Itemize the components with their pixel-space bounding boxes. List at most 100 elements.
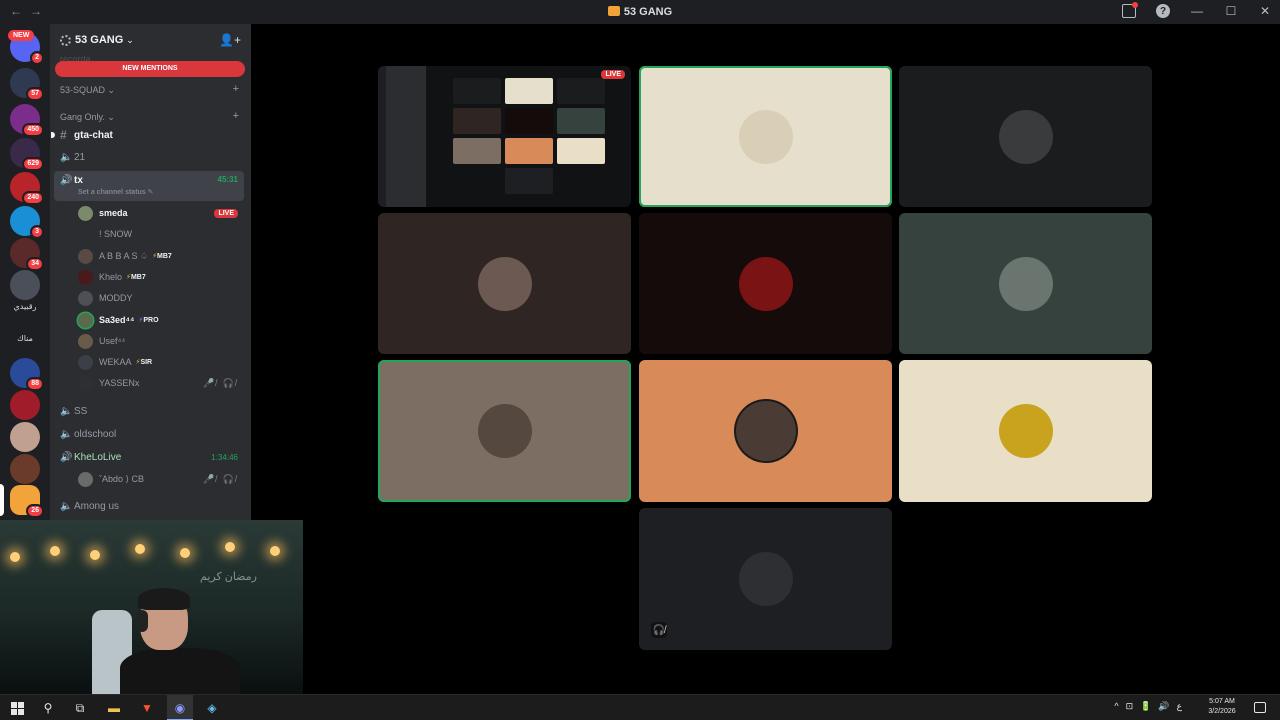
unread-badge: 450: [22, 123, 44, 137]
language-indicator[interactable]: ع: [1177, 701, 1182, 712]
category-gang-only[interactable]: Gang Only. ⌄: [60, 112, 115, 123]
add-user-icon[interactable]: 👤+: [219, 33, 241, 47]
avatar: [78, 471, 93, 487]
server-header[interactable]: 53 GANG ⌄ 👤+: [50, 24, 251, 56]
participant-avatar: [477, 404, 532, 458]
server-text-icon[interactable]: رقبيدي: [8, 302, 42, 311]
help-icon[interactable]: ?: [1156, 4, 1170, 18]
add-channel-icon[interactable]: +: [233, 83, 239, 95]
server-icon[interactable]: 88: [10, 358, 44, 391]
server-icon[interactable]: 3: [10, 206, 44, 239]
tray-overflow-icon[interactable]: ^: [1114, 701, 1118, 712]
speaker-icon: 🔈: [60, 428, 73, 440]
voice-user[interactable]: MODDY: [78, 288, 244, 308]
channel-gta-chat[interactable]: # gta-chat: [51, 125, 244, 145]
server-icon[interactable]: 450: [10, 104, 44, 137]
server-text-icon[interactable]: مناك: [8, 334, 42, 343]
inbox-icon[interactable]: [1122, 2, 1138, 18]
text-channel-icon: #: [60, 128, 67, 142]
clock-time: 5:07 AM: [1209, 698, 1235, 705]
speaker-icon: 🔈: [60, 151, 73, 163]
participant-tile[interactable]: 🎧̸: [639, 508, 892, 650]
participant-tile[interactable]: [899, 213, 1152, 354]
voice-user[interactable]: A B B A S ♤ ⚡MB7: [78, 246, 244, 266]
channel-status[interactable]: Set a channel status ✎: [78, 188, 154, 196]
participant-tile[interactable]: [639, 213, 892, 354]
server-icon[interactable]: 34: [10, 238, 44, 271]
server-icon[interactable]: [10, 390, 40, 420]
avatar: [78, 354, 93, 370]
steam-icon[interactable]: ◈: [204, 700, 220, 716]
search-icon[interactable]: ⚲: [40, 700, 56, 716]
voice-user[interactable]: WEKAA ⚡SIR: [78, 352, 244, 372]
server-icon[interactable]: 57: [10, 68, 44, 101]
tray-app-icon[interactable]: ⊡: [1126, 701, 1134, 712]
discord-icon[interactable]: ◉: [172, 700, 188, 716]
participant-avatar: [738, 256, 793, 311]
mini-tile: [557, 78, 605, 104]
light-bulb: [270, 546, 280, 556]
participant-tile[interactable]: [899, 360, 1152, 502]
voice-timer: 1:34:46: [211, 452, 238, 462]
voice-user[interactable]: ˇAbdo ⟩ CB 🎤̸ 🎧̸: [78, 469, 244, 489]
participant-tile[interactable]: [378, 213, 631, 354]
voice-user[interactable]: Khelo ⚡MB7: [78, 267, 244, 287]
server-icon[interactable]: 240: [10, 172, 44, 205]
taskbar: ⚲ ⧉ ▬ ▼ ◉ ◈ ^ ⊡ 🔋 🔊 ع 5:07 AM 3/2/2026: [0, 694, 1280, 720]
channel-tx[interactable]: 🔊 tx 45:31 Set a channel status ✎: [54, 171, 244, 201]
server-icon[interactable]: [10, 422, 40, 452]
clan-tag: ⚡MB7: [126, 274, 146, 281]
speaker-icon: 🔊: [60, 175, 73, 186]
mini-tile: [453, 108, 501, 134]
participant-tile[interactable]: [639, 66, 892, 207]
minimize-button[interactable]: —: [1190, 4, 1204, 18]
clock[interactable]: 5:07 AM 3/2/2026: [1204, 697, 1240, 717]
new-mentions-button[interactable]: NEW MENTIONS: [55, 61, 245, 77]
voice-timer: 45:31: [217, 175, 238, 184]
server-icon[interactable]: [10, 454, 40, 484]
server-icon-53-gang[interactable]: 26: [10, 485, 44, 518]
start-button[interactable]: [9, 700, 25, 716]
add-channel-icon[interactable]: +: [233, 110, 239, 122]
channel-ss[interactable]: 🔈 SS: [54, 401, 244, 421]
file-explorer-icon[interactable]: ▬: [106, 700, 122, 716]
mini-tile: [453, 78, 501, 104]
task-view-icon[interactable]: ⧉: [72, 700, 88, 716]
close-button[interactable]: ✕: [1258, 4, 1272, 18]
mini-tile: [505, 138, 553, 164]
notification-center-icon[interactable]: [1254, 702, 1266, 713]
screen-share-preview: [378, 66, 631, 207]
live-badge: LIVE: [601, 70, 625, 79]
participant-tile[interactable]: [899, 66, 1152, 207]
mini-tile: [557, 138, 605, 164]
server-icon[interactable]: [10, 270, 40, 300]
participant-tile[interactable]: [378, 360, 631, 502]
channel-among-us[interactable]: 🔈 Among us: [54, 496, 244, 516]
channel-oldschool[interactable]: 🔈 oldschool: [54, 424, 244, 444]
voice-user[interactable]: YASSENx 🎤̸ 🎧̸: [78, 373, 244, 393]
voice-user[interactable]: smeda LIVE: [78, 203, 244, 223]
voice-user[interactable]: ! SNOW: [78, 224, 244, 244]
volume-icon[interactable]: 🔊: [1158, 701, 1169, 712]
participant-tile[interactable]: [639, 360, 892, 502]
muted-deafened-icons: 🎤̸ 🎧̸: [203, 473, 238, 484]
participant-avatar: [998, 109, 1053, 164]
light-bulb: [135, 544, 145, 554]
voice-user[interactable]: Usef⁴⁴: [78, 331, 244, 351]
server-boost-icon: [60, 34, 71, 46]
participant-avatar: [738, 552, 793, 606]
server-icon[interactable]: 629: [10, 138, 44, 171]
channel-khelolive[interactable]: 🔊 KheLoLive 1:34:46: [54, 447, 244, 467]
maximize-button[interactable]: ☐: [1224, 4, 1238, 18]
screen-share-tile[interactable]: LIVE: [378, 66, 631, 207]
voice-user[interactable]: Sa3ed⁴⁴ ⚡PRO: [78, 310, 244, 330]
channel-21[interactable]: 🔈 21: [54, 147, 244, 167]
battery-icon[interactable]: 🔋: [1140, 701, 1151, 712]
avatar: [78, 333, 93, 349]
light-bulb: [90, 550, 100, 560]
brave-browser-icon[interactable]: ▼: [139, 700, 155, 716]
voice-stage: LIVE 🎧̸: [251, 24, 1280, 694]
new-pill[interactable]: NEW: [8, 30, 35, 41]
category-53-squad[interactable]: 53-SQUAD ⌄: [60, 85, 115, 96]
muted-deafened-icons: 🎤̸ 🎧̸: [203, 377, 238, 388]
